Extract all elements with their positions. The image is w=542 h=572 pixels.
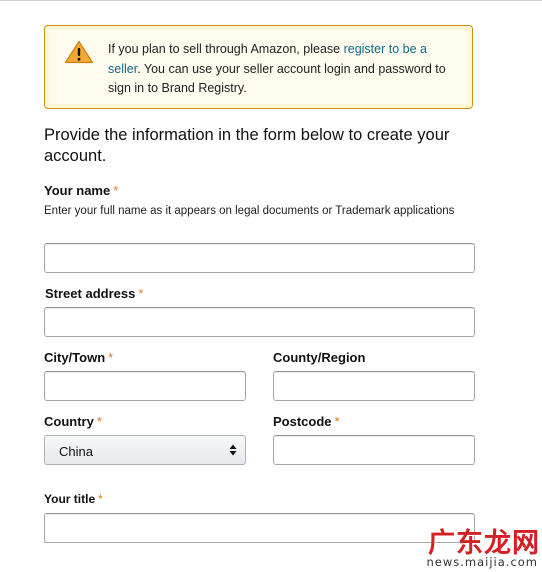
county-region-label: County/Region	[273, 350, 365, 365]
divider-line	[44, 542, 374, 543]
your-name-label: Your name *	[44, 183, 118, 198]
street-address-label-text: Street address	[45, 286, 136, 301]
postcode-label: Postcode *	[273, 414, 340, 429]
top-divider	[0, 0, 542, 1]
county-region-input[interactable]	[273, 371, 475, 401]
seller-alert-box: If you plan to sell through Amazon, plea…	[44, 25, 473, 109]
alert-message: If you plan to sell through Amazon, plea…	[108, 40, 460, 99]
form-intro-text: Provide the information in the form belo…	[44, 126, 450, 165]
required-marker: *	[98, 492, 103, 506]
your-title-label-text: Your title	[44, 492, 96, 506]
alert-text-before: If you plan to sell through Amazon, plea…	[108, 42, 344, 56]
your-title-label: Your title *	[44, 492, 103, 506]
your-name-help-text: Enter your full name as it appears on le…	[44, 205, 455, 217]
required-marker: *	[108, 350, 114, 365]
country-label-text: Country	[44, 414, 94, 429]
city-town-label: City/Town *	[44, 350, 113, 365]
warning-icon	[64, 40, 94, 64]
your-name-input[interactable]	[44, 243, 475, 273]
site-watermark: 广东龙网 news.maijia.com	[394, 521, 542, 572]
required-marker: *	[334, 414, 340, 429]
street-address-label: Street address *	[45, 286, 143, 301]
alert-text-after: . You can use your seller account login …	[108, 61, 446, 96]
required-marker: *	[96, 414, 102, 429]
city-town-input[interactable]	[44, 371, 246, 401]
required-marker: *	[138, 286, 144, 301]
city-town-label-text: City/Town	[44, 350, 106, 365]
required-marker: *	[113, 183, 119, 198]
watermark-url: news.maijia.com	[426, 555, 538, 569]
street-address-input[interactable]	[44, 307, 475, 337]
county-region-label-text: County/Region	[273, 350, 366, 365]
country-selected-value: China	[59, 444, 93, 459]
your-name-label-text: Your name	[44, 183, 111, 198]
country-select[interactable]: China	[44, 435, 246, 465]
postcode-input[interactable]	[273, 435, 475, 465]
select-arrows-icon	[229, 444, 237, 456]
country-label: Country *	[44, 414, 102, 429]
postcode-label-text: Postcode	[273, 414, 332, 429]
